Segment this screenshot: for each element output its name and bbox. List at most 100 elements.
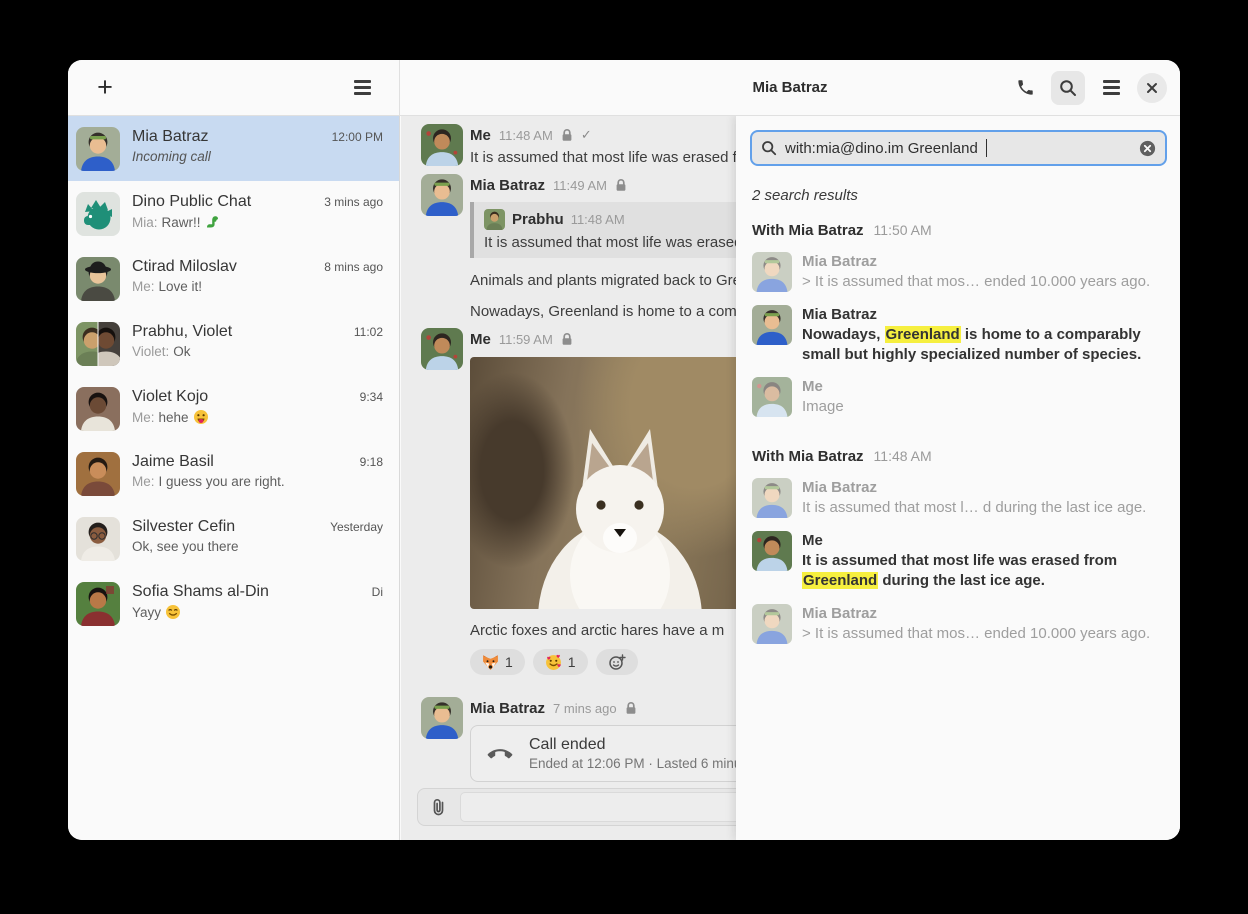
text-cursor xyxy=(986,139,987,157)
avatar xyxy=(76,387,120,431)
add-reaction-button[interactable] xyxy=(596,649,638,675)
conversation-preview: Me:hehe xyxy=(132,409,383,425)
conversation-name: Mia Batraz xyxy=(132,128,208,146)
clear-search-icon[interactable] xyxy=(1139,140,1156,157)
reaction-count: 1 xyxy=(568,654,576,670)
conversation-time: 9:18 xyxy=(360,453,383,469)
message-sender: Me xyxy=(470,331,491,348)
avatar xyxy=(76,452,120,496)
conversation-row-sofia-shams-al-din[interactable]: Sofia Shams al-DinDi Yayy xyxy=(68,571,399,636)
avatar xyxy=(752,531,792,571)
avatar xyxy=(421,328,463,370)
search-result[interactable]: Mia Batraz > It is assumed that mos… end… xyxy=(750,247,1167,297)
conversation-name: Sofia Shams al-Din xyxy=(132,583,269,601)
conversation-name: Prabhu, Violet xyxy=(132,323,232,341)
paperclip-icon xyxy=(430,797,448,817)
hearts-face-emoji xyxy=(545,654,562,671)
delivered-check-icon: ✓ xyxy=(581,127,592,143)
tongue-emoji xyxy=(193,409,209,425)
result-text: It is assumed that most life was erased … xyxy=(802,551,1165,591)
conversation-row-silvester-cefin[interactable]: Silvester CefinYesterday Ok, see you the… xyxy=(68,506,399,571)
conversation-name: Ctirad Miloslav xyxy=(132,258,237,276)
result-sender: Me xyxy=(802,377,1165,397)
conversation-time: 3 mins ago xyxy=(324,193,383,209)
result-sender: Mia Batraz xyxy=(802,604,1165,624)
result-group-header: With Mia Batraz 11:48 AM xyxy=(752,448,1165,465)
conversation-time: Di xyxy=(372,583,383,599)
message-time: 11:49 AM xyxy=(553,178,607,193)
search-result[interactable]: Mia Batraz Nowadays, Greenland is home t… xyxy=(750,300,1167,369)
search-query-text: with:mia@dino.im Greenland xyxy=(785,140,978,157)
conversation-time: 11:02 xyxy=(354,323,383,339)
conversation-list: Mia Batraz 12:00 PM Incoming call Dino Pu… xyxy=(68,116,400,840)
desktop: { "window": { "title": "Mia Batraz" }, "… xyxy=(0,0,1248,914)
message-sender: Mia Batraz xyxy=(470,700,545,717)
dino-app-window: + Mia Batraz xyxy=(68,60,1180,840)
sidebar-headerbar: + xyxy=(68,60,400,115)
quote-sender: Prabhu xyxy=(512,211,564,228)
message-time: 11:59 AM xyxy=(499,332,553,347)
arctic-fox-illustration xyxy=(470,357,770,609)
search-result[interactable]: Mia Batraz It is assumed that most l… d … xyxy=(750,473,1167,523)
reaction-count: 1 xyxy=(505,654,513,670)
arctic-fox-photo[interactable] xyxy=(470,357,770,609)
result-sender: Mia Batraz xyxy=(802,478,1165,498)
result-text: > It is assumed that mos… ended 10.000 y… xyxy=(802,272,1165,292)
search-toggle-button[interactable] xyxy=(1051,71,1085,105)
conversation-row-violet-kojo[interactable]: Violet Kojo9:34 Me:hehe xyxy=(68,376,399,441)
app-body: Mia Batraz 12:00 PM Incoming call Dino Pu… xyxy=(68,116,1180,840)
result-sender: Mia Batraz xyxy=(802,305,1165,325)
avatar xyxy=(76,192,120,236)
avatar xyxy=(76,257,120,301)
conversation-name: Jaime Basil xyxy=(132,453,214,471)
quote-time: 11:48 AM xyxy=(571,212,625,227)
match-highlight: Greenland xyxy=(885,326,961,343)
avatar xyxy=(76,322,120,366)
result-text: Nowadays, Greenland is home to a compara… xyxy=(802,325,1165,365)
avatar xyxy=(752,478,792,518)
conversation-preview: Me:Love it! xyxy=(132,279,383,294)
sidebar-menu-button[interactable] xyxy=(345,71,379,105)
attach-file-button[interactable] xyxy=(418,789,460,825)
conversation-time: 9:34 xyxy=(360,388,383,404)
conversation-time: 12:00 PM xyxy=(332,128,383,144)
search-input[interactable]: with:mia@dino.im Greenland xyxy=(750,130,1167,166)
fox-emoji xyxy=(482,654,499,671)
conversation-time: 8 mins ago xyxy=(324,258,383,274)
conversation-row-prabhu-violet[interactable]: Prabhu, Violet11:02 Violet:Ok xyxy=(68,311,399,376)
search-result[interactable]: Me It is assumed that most life was eras… xyxy=(750,526,1167,595)
search-result[interactable]: Me Image xyxy=(750,372,1167,422)
conversation-row-dino-public-chat[interactable]: Dino Public Chat3 mins ago Mia:Rawr!! xyxy=(68,181,399,246)
smile-emoji xyxy=(165,604,181,620)
dino-emoji xyxy=(205,214,221,230)
encryption-lock-icon xyxy=(561,128,573,142)
conversation-row-ctirad-miloslav[interactable]: Ctirad Miloslav 8 mins ago Me:Love it! xyxy=(68,246,399,311)
result-sender: Me xyxy=(802,531,1165,551)
menu-icon xyxy=(1103,80,1120,94)
conversation-menu-button[interactable] xyxy=(1094,71,1128,105)
conversation-preview: Mia:Rawr!! xyxy=(132,214,383,230)
phone-icon xyxy=(1016,78,1035,97)
close-button[interactable] xyxy=(1137,73,1167,103)
result-text: Image xyxy=(802,397,1165,417)
menu-icon xyxy=(354,80,371,94)
message-sender: Mia Batraz xyxy=(470,177,545,194)
conversation-preview: Incoming call xyxy=(132,149,383,164)
header-actions xyxy=(1008,71,1167,105)
search-result[interactable]: Mia Batraz > It is assumed that mos… end… xyxy=(750,599,1167,649)
conversation-row-mia-batraz[interactable]: Mia Batraz 12:00 PM Incoming call xyxy=(68,116,399,181)
search-icon xyxy=(1059,79,1077,97)
result-group-header: With Mia Batraz 11:50 AM xyxy=(752,222,1165,239)
conversation-preview: Ok, see you there xyxy=(132,539,383,554)
start-conversation-button[interactable]: + xyxy=(88,71,122,105)
reaction-hearts-face[interactable]: 1 xyxy=(533,649,588,675)
conversation-row-jaime-basil[interactable]: Jaime Basil9:18 Me:I guess you are right… xyxy=(68,441,399,506)
call-button[interactable] xyxy=(1008,71,1042,105)
avatar xyxy=(421,697,463,739)
result-text: It is assumed that most l… d during the … xyxy=(802,498,1165,518)
avatar xyxy=(752,252,792,292)
result-sender: Mia Batraz xyxy=(802,252,1165,272)
reaction-fox[interactable]: 1 xyxy=(470,649,525,675)
avatar xyxy=(752,305,792,345)
call-details: Ended at 12:06 PM · Lasted 6 minutes xyxy=(529,756,759,771)
